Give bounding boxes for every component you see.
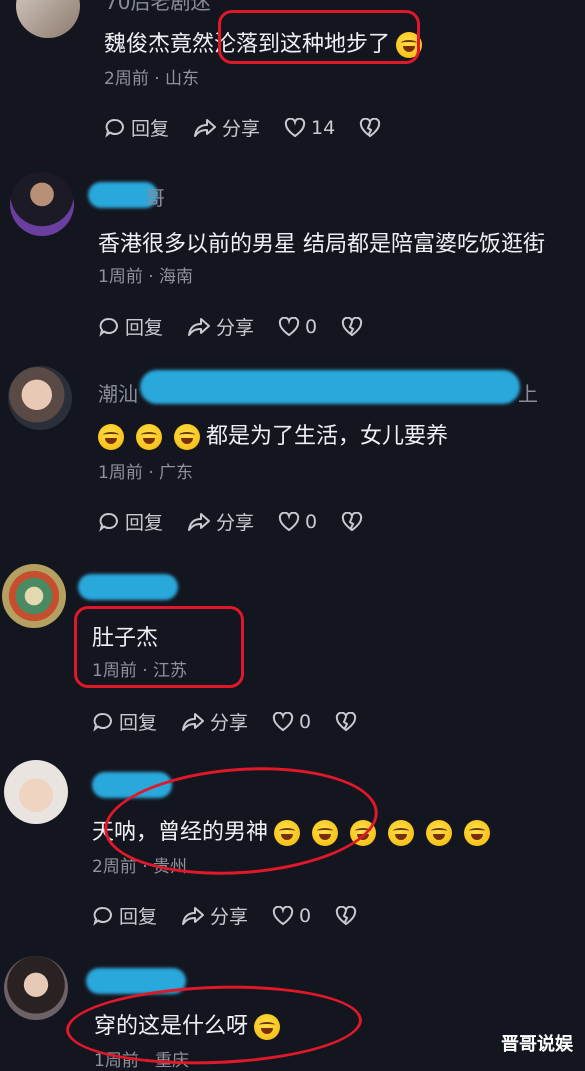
username-tail: 上 [518, 382, 538, 406]
username[interactable]: 哥 [145, 182, 165, 211]
annotation-rect [74, 606, 244, 688]
comment-actions: 回复 分享 0 [92, 902, 386, 929]
share-icon [182, 712, 205, 731]
comment-text: 香港很多以前的男星 结局都是陪富婆吃饭逛街 [98, 232, 545, 257]
laugh-cry-emoji-icon [174, 424, 200, 450]
reply-icon [93, 712, 112, 732]
laugh-cry-emoji-icon [98, 424, 124, 450]
comment-meta: 1周前 · 广东 [98, 463, 194, 483]
reply-button[interactable]: 回复 [92, 708, 157, 735]
reply-button[interactable]: 回复 [98, 313, 163, 340]
avatar[interactable] [2, 564, 66, 628]
dislike-button[interactable] [341, 316, 368, 337]
share-button[interactable]: 分享 [187, 508, 254, 535]
share-icon [188, 317, 211, 336]
like-button[interactable]: 0 [278, 316, 317, 338]
partial-username-top: 70后老剧迷 [105, 0, 211, 14]
dislike-button[interactable] [335, 905, 362, 926]
laugh-cry-emoji-icon [426, 820, 453, 846]
reply-icon [105, 118, 124, 138]
broken-heart-icon [341, 511, 363, 531]
share-icon [182, 906, 205, 925]
username[interactable]: 潮汕 [98, 378, 138, 407]
avatar[interactable] [4, 760, 68, 824]
broken-heart-icon [335, 711, 357, 731]
dislike-button[interactable] [341, 511, 368, 532]
comment-text: 都是为了生活，女儿要养 [98, 418, 448, 450]
heart-icon [272, 711, 294, 731]
heart-icon [272, 905, 294, 925]
comment-meta: 1周前 · 海南 [98, 267, 194, 287]
share-icon [194, 118, 217, 137]
share-button[interactable]: 分享 [181, 902, 248, 929]
dislike-button[interactable] [335, 711, 362, 732]
annotation-rect [218, 10, 420, 64]
reply-icon [99, 317, 118, 337]
heart-icon [284, 117, 306, 137]
share-button[interactable]: 分享 [181, 708, 248, 735]
avatar[interactable] [8, 366, 72, 430]
username-blur [140, 370, 520, 404]
like-button[interactable]: 0 [272, 905, 311, 927]
laugh-cry-emoji-icon [136, 424, 162, 450]
watermark: 晋哥说娱 [501, 1034, 573, 1055]
comment-actions: 回复 分享 0 [92, 708, 386, 735]
reply-button[interactable]: 回复 [104, 114, 169, 141]
share-icon [188, 512, 211, 531]
like-button[interactable]: 0 [278, 511, 317, 533]
broken-heart-icon [335, 905, 357, 925]
comment-meta: 2周前 · 山东 [104, 69, 200, 89]
broken-heart-icon [341, 316, 363, 336]
heart-icon [278, 511, 300, 531]
heart-icon [278, 316, 300, 336]
share-button[interactable]: 分享 [193, 114, 260, 141]
avatar[interactable] [4, 956, 68, 1020]
broken-heart-icon [360, 117, 381, 137]
annotation-oval [64, 980, 364, 1070]
comment-actions: 回复 分享 0 [98, 313, 392, 340]
reply-icon [93, 906, 112, 926]
username-blur [78, 574, 178, 600]
share-button[interactable]: 分享 [187, 313, 254, 340]
comment-actions: 回复 分享 14 [104, 114, 410, 141]
like-button[interactable]: 14 [284, 117, 335, 139]
reply-button[interactable]: 回复 [98, 508, 163, 535]
like-button[interactable]: 0 [272, 711, 311, 733]
dislike-button[interactable] [359, 117, 386, 138]
reply-button[interactable]: 回复 [92, 902, 157, 929]
laugh-cry-emoji-icon [464, 820, 491, 846]
avatar[interactable] [16, 0, 80, 38]
laugh-cry-emoji-icon [388, 820, 415, 846]
reply-icon [99, 512, 118, 532]
avatar[interactable] [10, 172, 74, 236]
comment-actions: 回复 分享 0 [98, 508, 392, 535]
